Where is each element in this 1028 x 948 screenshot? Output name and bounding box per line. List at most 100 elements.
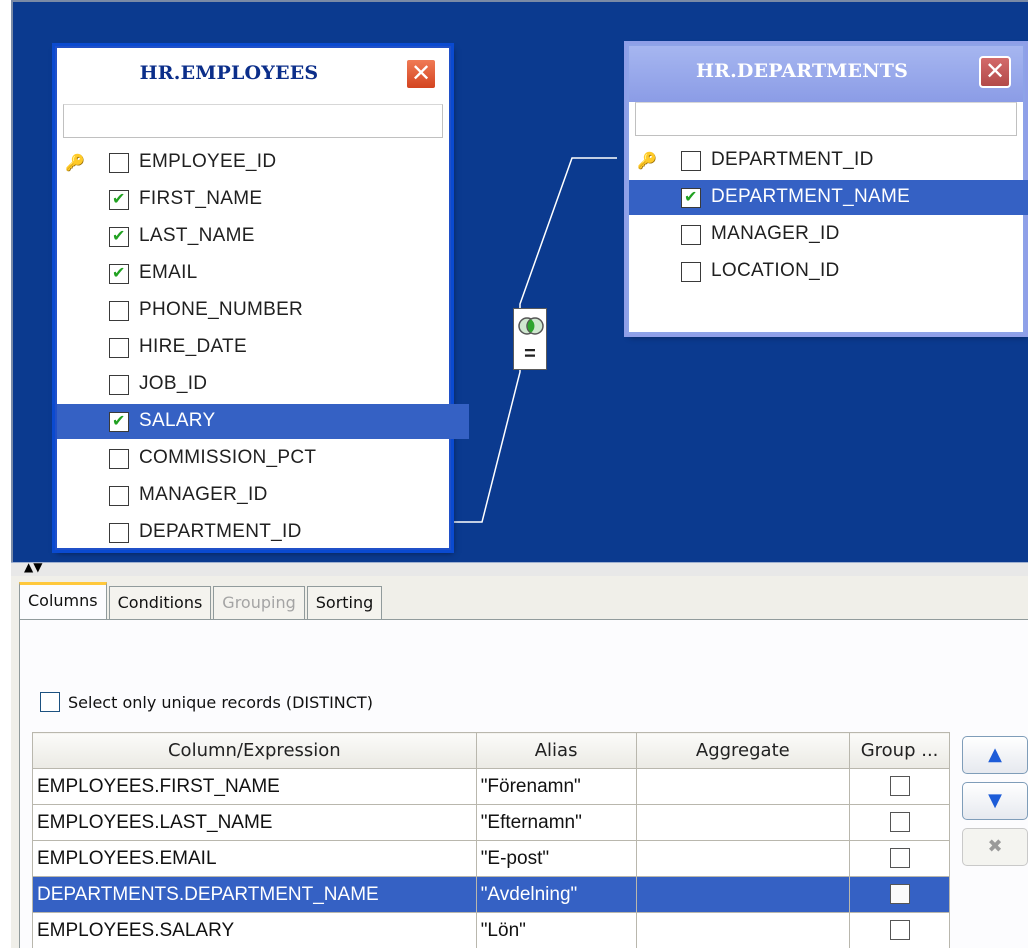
cell-aggregate[interactable]: [635, 804, 851, 841]
cell-column[interactable]: DEPARTMENTS.DEPARTMENT_NAME: [32, 876, 477, 913]
field-checkbox[interactable]: [109, 523, 129, 543]
bottom-panel: Columns Conditions Grouping Sorting Select …: [11, 576, 1028, 948]
field-checkbox[interactable]: [109, 263, 129, 284]
cell-alias[interactable]: "Avdelning": [475, 876, 637, 913]
cell-group[interactable]: [849, 804, 950, 841]
table-row[interactable]: EMPLOYEES.EMAIL "E-post": [32, 840, 950, 877]
field-row[interactable]: SALARY: [57, 403, 469, 440]
field-label: DEPARTMENT_NAME: [711, 186, 911, 207]
field-checkbox[interactable]: [109, 375, 129, 395]
field-row[interactable]: 🔑 DEPARTMENT_ID: [629, 142, 1023, 179]
tab-columns[interactable]: Columns: [19, 582, 107, 620]
field-checkbox[interactable]: [681, 187, 701, 208]
field-label: MANAGER_ID: [711, 223, 840, 244]
field-row[interactable]: 🔑 EMPLOYEE_ID: [57, 144, 449, 181]
field-checkbox[interactable]: [681, 262, 701, 282]
departments-field-list: 🔑 DEPARTMENT_ID DEPARTMENT_NAME MANAGER_ID L…: [629, 136, 1028, 290]
field-checkbox[interactable]: [109, 153, 129, 173]
header-alias[interactable]: Alias: [475, 732, 637, 769]
cell-column[interactable]: EMPLOYEES.SALARY: [32, 912, 477, 948]
table-row[interactable]: EMPLOYEES.FIRST_NAME "Förenamn": [32, 768, 950, 805]
field-checkbox[interactable]: [109, 486, 129, 506]
distinct-checkbox[interactable]: [40, 692, 60, 712]
cell-group[interactable]: [849, 840, 950, 877]
cell-alias[interactable]: "E-post": [475, 840, 637, 877]
group-checkbox[interactable]: [889, 812, 910, 833]
employees-field-list: 🔑 EMPLOYEE_ID FIRST_NAME LAST_NAME EMAIL PHON…: [57, 138, 469, 551]
field-checkbox[interactable]: [109, 189, 129, 210]
group-checkbox[interactable]: [889, 884, 910, 905]
field-row[interactable]: DEPARTMENT_ID: [57, 514, 449, 551]
field-row[interactable]: FIRST_NAME: [57, 181, 449, 218]
tab-sorting[interactable]: Sorting: [306, 586, 383, 620]
field-row[interactable]: EMAIL: [57, 255, 449, 292]
tab-conditions[interactable]: Conditions: [108, 586, 212, 620]
field-checkbox[interactable]: [109, 301, 129, 321]
columns-panel: Select only unique records (DISTINCT) Co…: [19, 620, 1028, 948]
move-up-button[interactable]: ▲: [962, 736, 1028, 774]
cell-column[interactable]: EMPLOYEES.LAST_NAME: [32, 804, 477, 841]
field-checkbox[interactable]: [109, 338, 129, 358]
header-aggregate[interactable]: Aggregate: [635, 732, 851, 769]
cell-aggregate[interactable]: [635, 840, 851, 877]
field-row[interactable]: PHONE_NUMBER: [57, 292, 449, 329]
field-checkbox[interactable]: [681, 225, 701, 245]
field-row[interactable]: MANAGER_ID: [57, 477, 449, 514]
field-row[interactable]: COMMISSION_PCT: [57, 440, 449, 477]
cell-alias[interactable]: "Lön": [475, 912, 637, 948]
cell-column[interactable]: EMPLOYEES.EMAIL: [32, 840, 477, 877]
table-row[interactable]: EMPLOYEES.LAST_NAME "Efternamn": [32, 804, 950, 841]
employees-table-filter[interactable]: [63, 104, 443, 138]
diagram-canvas[interactable]: HR.EMPLOYEES ✕ 🔑 EMPLOYEE_ID FIRST_NAME LAS…: [11, 0, 1028, 562]
group-checkbox[interactable]: [889, 848, 910, 869]
close-icon[interactable]: ✕: [979, 56, 1011, 88]
delete-row-button[interactable]: ✖: [962, 828, 1028, 866]
employees-table[interactable]: HR.EMPLOYEES ✕ 🔑 EMPLOYEE_ID FIRST_NAME LAS…: [55, 46, 469, 551]
tab-strip: Columns Conditions Grouping Sorting: [19, 580, 384, 620]
join-operator: =: [524, 343, 536, 365]
departments-table[interactable]: HR.DEPARTMENTS ✕ 🔑 DEPARTMENT_ID DEPARTMEN…: [627, 44, 1028, 334]
columns-grid[interactable]: Column/Expression Alias Aggregate Group …: [32, 732, 950, 948]
field-row[interactable]: JOB_ID: [57, 366, 449, 403]
join-node[interactable]: =: [513, 308, 547, 370]
cell-alias[interactable]: "Förenamn": [475, 768, 637, 805]
field-row[interactable]: DEPARTMENT_NAME: [629, 179, 1028, 216]
field-label: PHONE_NUMBER: [139, 299, 304, 320]
close-icon[interactable]: ✕: [405, 58, 437, 90]
cell-group[interactable]: [849, 768, 950, 805]
move-down-button[interactable]: ▼: [962, 782, 1028, 820]
field-checkbox[interactable]: [109, 411, 129, 432]
cell-aggregate[interactable]: [635, 768, 851, 805]
chevron-up-icon: ▲: [988, 744, 1002, 765]
table-row[interactable]: EMPLOYEES.SALARY "Lön": [32, 912, 950, 948]
table-row[interactable]: DEPARTMENTS.DEPARTMENT_NAME "Avdelning": [32, 876, 950, 913]
field-label: DEPARTMENT_ID: [711, 149, 874, 170]
cell-group[interactable]: [849, 912, 950, 948]
key-icon: 🔑: [637, 153, 658, 170]
employees-table-header[interactable]: HR.EMPLOYEES ✕: [57, 48, 449, 104]
departments-table-header[interactable]: HR.DEPARTMENTS ✕: [629, 46, 1023, 102]
cell-group[interactable]: [849, 876, 950, 913]
field-checkbox[interactable]: [109, 449, 129, 469]
cell-aggregate[interactable]: [635, 876, 851, 913]
field-row[interactable]: HIRE_DATE: [57, 329, 449, 366]
header-group[interactable]: Group ...: [849, 732, 950, 769]
join-venn-icon: [518, 317, 544, 335]
header-column-expression[interactable]: Column/Expression: [32, 732, 477, 769]
cell-aggregate[interactable]: [635, 912, 851, 948]
field-row[interactable]: MANAGER_ID: [629, 216, 1023, 253]
distinct-option[interactable]: Select only unique records (DISTINCT): [40, 692, 373, 712]
field-checkbox[interactable]: [109, 226, 129, 247]
group-checkbox[interactable]: [889, 920, 910, 941]
field-checkbox[interactable]: [681, 151, 701, 171]
tab-grouping[interactable]: Grouping: [213, 586, 305, 620]
cell-alias[interactable]: "Efternamn": [475, 804, 637, 841]
field-row[interactable]: LAST_NAME: [57, 218, 449, 255]
departments-table-filter[interactable]: [635, 102, 1017, 136]
cell-column[interactable]: EMPLOYEES.FIRST_NAME: [32, 768, 477, 805]
splitter-arrows-icon[interactable]: ▲▼: [24, 560, 42, 574]
group-checkbox[interactable]: [889, 776, 910, 797]
splitter-bar[interactable]: [11, 562, 1028, 576]
field-row[interactable]: LOCATION_ID: [629, 253, 1023, 290]
field-label: LAST_NAME: [139, 225, 255, 246]
